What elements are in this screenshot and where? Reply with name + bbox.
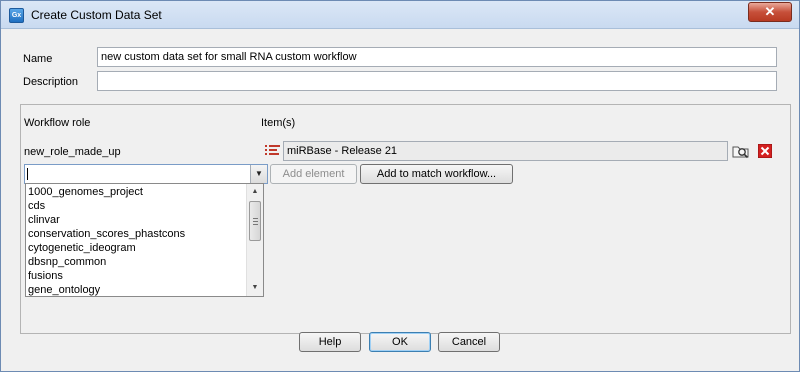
workflow-role-header: Workflow role — [24, 117, 91, 129]
close-icon: ✕ — [764, 4, 776, 19]
scroll-down-icon[interactable]: ▼ — [247, 280, 263, 296]
list-item[interactable]: cds — [28, 199, 45, 213]
list-item[interactable]: cytogenetic_ideogram — [28, 241, 136, 255]
app-icon: Gx — [9, 8, 24, 23]
name-field[interactable]: new custom data set for small RNA custom… — [97, 47, 777, 67]
cancel-button[interactable]: Cancel — [438, 332, 500, 352]
role-name-label: new_role_made_up — [24, 146, 121, 158]
remove-icon[interactable] — [757, 143, 773, 161]
browse-folder-icon[interactable] — [732, 143, 750, 162]
list-item[interactable]: conservation_scores_phastcons — [28, 227, 185, 241]
role-dropdown-list[interactable]: 1000_genomes_project cds clinvar conserv… — [25, 183, 264, 297]
description-field[interactable] — [97, 71, 777, 91]
list-item[interactable]: clinvar — [28, 213, 60, 227]
dialog-content: Name new custom data set for small RNA c… — [9, 31, 791, 365]
list-item[interactable]: dbsnp_common — [28, 255, 106, 269]
add-to-match-workflow-button[interactable]: Add to match workflow... — [360, 164, 513, 184]
role-combo-input[interactable]: ▼ — [24, 164, 268, 184]
name-label: Name — [23, 53, 53, 65]
add-element-button[interactable]: Add element — [270, 164, 357, 184]
scrollbar-thumb[interactable] — [249, 201, 261, 241]
dropdown-scrollbar[interactable]: ▲ ▼ — [246, 184, 263, 296]
sequence-list-icon — [265, 144, 281, 161]
description-label: Description — [23, 76, 79, 88]
title-bar[interactable]: Gx Create Custom Data Set ✕ — [1, 1, 799, 29]
list-item[interactable]: fusions — [28, 269, 63, 283]
close-button[interactable]: ✕ — [748, 2, 792, 22]
dialog-window: Gx Create Custom Data Set ✕ Name new cus… — [0, 0, 800, 372]
list-item[interactable]: gene_ontology — [28, 283, 100, 296]
window-title: Create Custom Data Set — [31, 8, 162, 22]
scroll-up-icon[interactable]: ▲ — [247, 184, 263, 200]
items-header: Item(s) — [261, 117, 296, 129]
text-cursor — [27, 168, 28, 180]
chevron-down-icon[interactable]: ▼ — [250, 165, 267, 183]
list-item[interactable]: 1000_genomes_project — [28, 185, 143, 199]
item-field: miRBase - Release 21 — [283, 141, 728, 161]
help-button[interactable]: Help — [299, 332, 361, 352]
ok-button[interactable]: OK — [369, 332, 431, 352]
